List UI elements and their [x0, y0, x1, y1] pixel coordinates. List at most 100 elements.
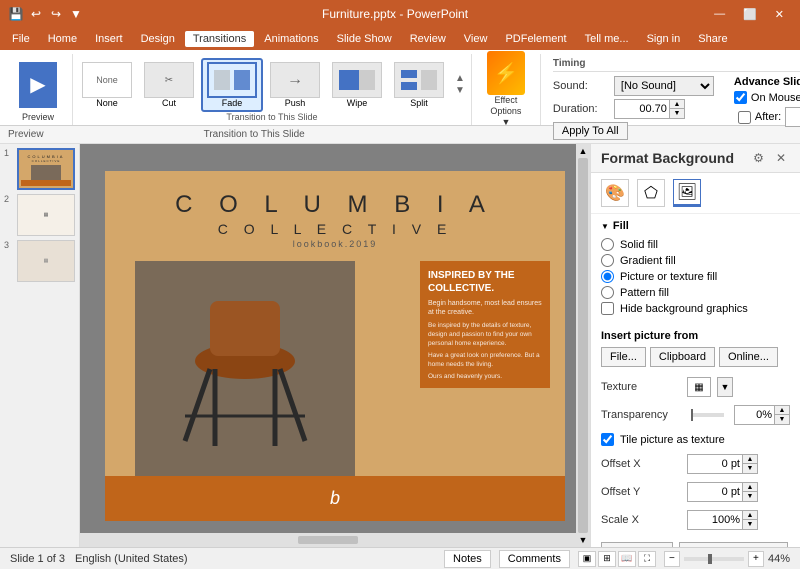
- menu-signin[interactable]: Sign in: [639, 31, 689, 47]
- vscroll-thumb[interactable]: [578, 158, 588, 533]
- panel-icon-image[interactable]: 🖼: [673, 179, 701, 207]
- picture-fill-radio[interactable]: [601, 270, 614, 283]
- slide-thumb-3[interactable]: 3 ▦: [4, 240, 75, 282]
- fill-label: Fill: [613, 220, 629, 232]
- menu-transitions[interactable]: Transitions: [185, 31, 254, 47]
- customize-icon[interactable]: ▼: [68, 6, 84, 22]
- preview-section-label: Preview: [8, 129, 44, 140]
- gradient-fill-radio[interactable]: [601, 254, 614, 267]
- offset-y-up[interactable]: ▲: [743, 483, 757, 492]
- notes-button[interactable]: Notes: [444, 550, 491, 568]
- save-icon[interactable]: 💾: [8, 6, 24, 22]
- redo-icon[interactable]: ↪: [48, 6, 64, 22]
- effect-options-button[interactable]: ⚡ EffectOptions ▼: [480, 46, 532, 132]
- slide-sorter-button[interactable]: ⊞: [598, 551, 616, 567]
- preview-button[interactable]: ▶: [12, 58, 64, 112]
- menu-file[interactable]: File: [4, 31, 38, 47]
- offset-x-up[interactable]: ▲: [743, 455, 757, 464]
- transparency-down[interactable]: ▼: [775, 415, 789, 424]
- slide-thumb-2[interactable]: 2 ▦: [4, 194, 75, 236]
- transition-none[interactable]: None None: [77, 59, 137, 111]
- menu-share[interactable]: Share: [690, 31, 735, 47]
- scale-x-up[interactable]: ▲: [743, 511, 757, 520]
- texture-dropdown[interactable]: ▼: [717, 377, 733, 397]
- transition-split[interactable]: Split: [389, 59, 449, 111]
- transition-push[interactable]: → Push: [265, 59, 325, 111]
- vscroll-up-arrow[interactable]: ▲: [579, 146, 588, 156]
- duration-input[interactable]: [614, 99, 669, 119]
- reset-background-button[interactable]: Reset Background: [679, 542, 788, 547]
- menu-review[interactable]: Review: [402, 31, 454, 47]
- transition-cut-label: Cut: [162, 98, 176, 108]
- zoom-slider[interactable]: [684, 557, 744, 561]
- normal-view-button[interactable]: ▣: [578, 551, 596, 567]
- transition-scroll-up[interactable]: ▲: [455, 73, 465, 85]
- menu-view[interactable]: View: [456, 31, 496, 47]
- picture-fill-row: Picture or texture fill: [601, 270, 790, 283]
- tile-checkbox[interactable]: [601, 433, 614, 446]
- offset-x-down[interactable]: ▼: [743, 464, 757, 473]
- scale-x-input[interactable]: [687, 510, 742, 530]
- transparency-slider[interactable]: [691, 413, 724, 417]
- slide-canvas[interactable]: C O L U M B I A C O L L E C T I V E look…: [105, 171, 565, 521]
- fill-triangle-icon: ▼: [601, 222, 609, 231]
- reading-view-button[interactable]: 📖: [618, 551, 636, 567]
- transition-wipe[interactable]: Wipe: [327, 59, 387, 111]
- transition-cut[interactable]: ✂ Cut: [139, 59, 199, 111]
- duration-up[interactable]: ▲: [670, 100, 684, 109]
- format-panel-title: Format Background: [601, 150, 734, 166]
- texture-button[interactable]: ▦: [687, 377, 711, 397]
- after-input[interactable]: [785, 107, 800, 127]
- slide-preview-1[interactable]: COLUMBIA COLLECTIVE: [17, 148, 75, 190]
- apply-to-all-footer-button[interactable]: Apply to All: [601, 542, 673, 547]
- apply-to-all-button[interactable]: Apply To All: [553, 122, 628, 140]
- slide-thumb-1[interactable]: 1 COLUMBIA COLLECTIVE: [4, 148, 75, 190]
- menu-insert[interactable]: Insert: [87, 31, 131, 47]
- clipboard-button[interactable]: Clipboard: [650, 347, 715, 367]
- menu-pdfelement[interactable]: PDFelement: [497, 31, 574, 47]
- maximize-button[interactable]: ⬜: [735, 6, 765, 23]
- menu-slideshow[interactable]: Slide Show: [329, 31, 400, 47]
- zoom-in-button[interactable]: +: [748, 551, 764, 567]
- transition-fade[interactable]: Fade: [201, 58, 263, 112]
- transparency-up[interactable]: ▲: [775, 406, 789, 415]
- transition-scroll-down[interactable]: ▼: [455, 85, 465, 97]
- close-button[interactable]: ✕: [767, 6, 792, 23]
- hide-bg-checkbox[interactable]: [601, 302, 614, 315]
- tile-row: Tile picture as texture: [601, 433, 790, 446]
- panel-close-button[interactable]: ✕: [772, 150, 790, 166]
- online-button[interactable]: Online...: [719, 347, 778, 367]
- undo-icon[interactable]: ↩: [28, 6, 44, 22]
- file-button[interactable]: File...: [601, 347, 646, 367]
- minimize-button[interactable]: —: [706, 6, 733, 23]
- duration-down[interactable]: ▼: [670, 109, 684, 118]
- on-mouse-click-checkbox[interactable]: [734, 91, 747, 104]
- slide-preview-3[interactable]: ▦: [17, 240, 75, 282]
- vscroll-down-arrow[interactable]: ▼: [579, 535, 588, 545]
- menu-animations[interactable]: Animations: [256, 31, 326, 47]
- fill-header[interactable]: ▼ Fill: [601, 220, 790, 232]
- scale-x-down[interactable]: ▼: [743, 520, 757, 529]
- solid-fill-radio[interactable]: [601, 238, 614, 251]
- offset-x-input[interactable]: [687, 454, 742, 474]
- panel-settings-button[interactable]: ⚙: [749, 150, 768, 166]
- pattern-fill-radio[interactable]: [601, 286, 614, 299]
- transparency-input[interactable]: [734, 405, 774, 425]
- menu-home[interactable]: Home: [40, 31, 85, 47]
- after-checkbox[interactable]: [738, 111, 751, 124]
- menu-design[interactable]: Design: [133, 31, 183, 47]
- offset-y-input[interactable]: [687, 482, 742, 502]
- transition-push-icon: →: [270, 62, 320, 98]
- zoom-out-button[interactable]: −: [664, 551, 680, 567]
- menu-tell-me[interactable]: Tell me...: [577, 31, 637, 47]
- sound-select[interactable]: [No Sound]: [614, 76, 714, 96]
- hscroll-thumb[interactable]: [298, 536, 358, 544]
- slide-preview-2[interactable]: ▦: [17, 194, 75, 236]
- panel-icon-paint[interactable]: 🎨: [601, 179, 629, 207]
- slide-panel: 1 COLUMBIA COLLECTIVE 2 ▦ 3: [0, 144, 80, 547]
- comments-button[interactable]: Comments: [499, 550, 570, 568]
- panel-icon-shape[interactable]: ⬠: [637, 179, 665, 207]
- slideshow-button[interactable]: ⛶: [638, 551, 656, 567]
- offset-y-down[interactable]: ▼: [743, 492, 757, 501]
- zoom-control: − + 44%: [664, 551, 790, 567]
